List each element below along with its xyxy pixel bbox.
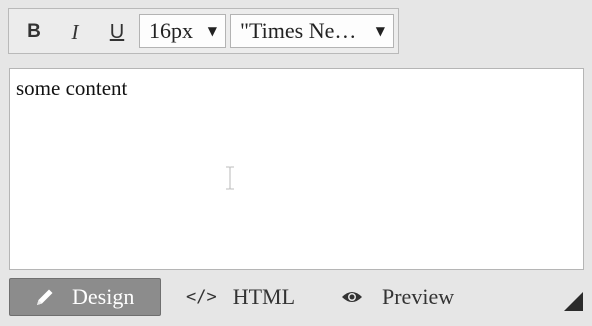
editor-area[interactable]: some content: [9, 68, 584, 270]
dropdown-arrow-icon: ▼: [375, 24, 385, 38]
formatting-toolbar: B I U 16px ▼ "Times Ne… ▼: [8, 8, 399, 54]
resize-grip-icon[interactable]: [564, 292, 583, 311]
italic-button[interactable]: I: [62, 19, 88, 45]
font-family-select[interactable]: "Times Ne… ▼: [230, 14, 394, 48]
dropdown-arrow-icon: ▼: [207, 24, 217, 38]
font-family-value: "Times Ne…: [240, 18, 357, 43]
underline-button[interactable]: U: [104, 19, 130, 45]
code-icon: </>: [186, 287, 217, 307]
tab-design[interactable]: Design: [9, 278, 161, 316]
pencil-icon: [34, 286, 56, 308]
editor-content[interactable]: some content: [16, 76, 127, 101]
font-size-select[interactable]: 16px ▼: [139, 14, 226, 48]
bold-button[interactable]: B: [21, 19, 47, 45]
tab-html[interactable]: </> HTML: [186, 278, 295, 316]
tab-html-label: HTML: [232, 284, 296, 309]
tab-preview[interactable]: Preview: [340, 278, 454, 316]
text-cursor-icon: [226, 166, 234, 190]
font-size-value: 16px: [149, 18, 193, 43]
tab-design-label: Design: [72, 284, 135, 309]
editor-mode-tabs: Design </> HTML Preview: [0, 278, 592, 318]
tab-preview-label: Preview: [382, 284, 455, 309]
eye-icon: [340, 289, 364, 305]
